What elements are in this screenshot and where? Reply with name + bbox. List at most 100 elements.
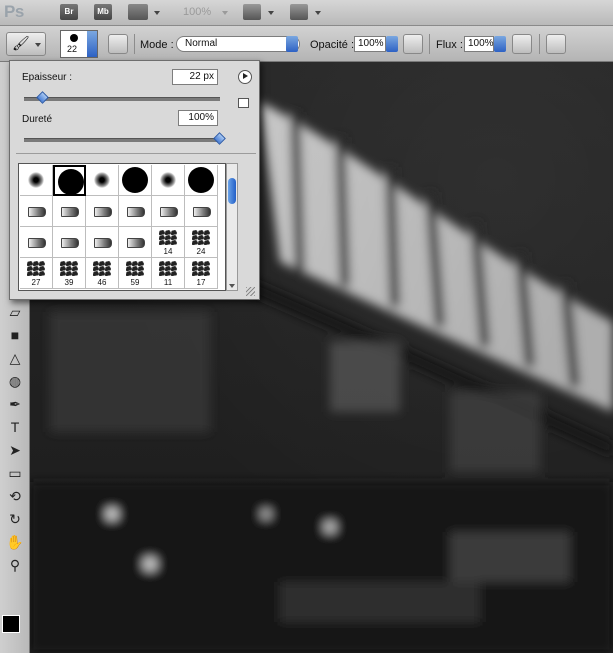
hard-round-brush-icon <box>188 167 214 193</box>
brush-preset[interactable]: 11 <box>152 258 185 289</box>
brush-preset[interactable]: 59 <box>119 258 152 289</box>
separator <box>539 34 540 54</box>
brush-preset[interactable]: 17 <box>185 258 218 289</box>
brush-preset[interactable] <box>86 227 119 258</box>
brush-preset[interactable]: 24 <box>185 227 218 258</box>
hardness-input[interactable]: 100% <box>178 110 218 126</box>
view-extras-button[interactable] <box>128 4 148 20</box>
resize-grip-icon[interactable] <box>246 287 255 296</box>
brush-preset-picker-panel: Epaisseur : 22 px Dureté 100% 14 24 27 39 46… <box>9 60 260 300</box>
brush-preset[interactable]: 46 <box>86 258 119 289</box>
new-preset-icon[interactable] <box>238 98 249 108</box>
play-icon <box>243 73 248 79</box>
scatter-brush-icon <box>159 230 177 245</box>
dodge-icon[interactable]: ◍ <box>4 371 26 391</box>
bridge-button[interactable]: Br <box>60 4 78 20</box>
soft-round-brush-icon <box>94 172 110 188</box>
brush-preset[interactable]: 27 <box>20 258 53 289</box>
brush-preset[interactable] <box>53 227 86 258</box>
brush-preset-size-label: 14 <box>163 247 173 256</box>
zoom-level[interactable]: 100% <box>183 6 211 18</box>
separator <box>134 34 135 54</box>
brush-preset[interactable] <box>152 165 185 196</box>
3d-orbit-icon[interactable]: ↻ <box>4 509 26 529</box>
scatter-brush-icon <box>27 261 45 276</box>
size-input[interactable]: 22 px <box>172 69 218 85</box>
preset-scrollbar[interactable] <box>226 163 238 291</box>
toggle-brush-panel-button[interactable] <box>108 34 128 54</box>
path-selection-icon[interactable]: ➤ <box>4 440 26 460</box>
type-icon[interactable]: T <box>4 417 26 437</box>
scatter-brush-icon <box>60 261 78 276</box>
divider <box>16 153 256 154</box>
opacity-dropdown-icon[interactable] <box>386 36 398 52</box>
gradient-icon[interactable]: ■ <box>4 325 26 345</box>
view-extras-chevron-icon[interactable] <box>154 11 160 15</box>
brush-preset[interactable] <box>20 196 53 227</box>
brush-tip-preview-icon <box>70 34 78 42</box>
brush-preset[interactable] <box>119 227 152 258</box>
brush-tip-icon <box>160 207 178 217</box>
eraser-icon[interactable]: ▱ <box>4 302 26 322</box>
3d-rotate-icon[interactable]: ⟲ <box>4 486 26 506</box>
size-label: Epaisseur : <box>22 72 73 83</box>
brush-tip-icon <box>61 238 79 248</box>
brush-preset[interactable]: 14 <box>152 227 185 258</box>
scroll-down-icon[interactable] <box>229 284 235 288</box>
brush-tip-icon <box>94 207 112 217</box>
airbrush-button[interactable] <box>512 34 532 54</box>
brush-preset[interactable] <box>53 196 86 227</box>
opacity-label: Opacité : <box>310 39 355 51</box>
size-slider-thumb[interactable] <box>35 91 49 104</box>
brush-preset[interactable] <box>86 165 119 196</box>
size-slider-track[interactable] <box>24 97 220 101</box>
brush-preset[interactable] <box>86 196 119 227</box>
brush-icon: 🖌 <box>12 35 30 51</box>
pen-icon[interactable]: ✒ <box>4 394 26 414</box>
pressure-opacity-button[interactable] <box>403 34 423 54</box>
brush-preset[interactable] <box>53 165 86 196</box>
rectangle-icon[interactable]: ▭ <box>4 463 26 483</box>
brush-preset[interactable]: 39 <box>53 258 86 289</box>
preset-scrollbar-thumb[interactable] <box>228 178 236 204</box>
photoshop-logo: Ps <box>4 2 24 21</box>
zoom-chevron-icon[interactable] <box>222 11 228 15</box>
mode-select-arrows-icon[interactable] <box>286 36 298 52</box>
flow-input[interactable]: 100% <box>464 36 494 52</box>
brush-picker-dropdown-icon <box>87 31 97 57</box>
brush-preset[interactable] <box>20 227 53 258</box>
arrange-chevron-icon[interactable] <box>268 11 274 15</box>
blur-icon[interactable]: △ <box>4 348 26 368</box>
hardness-slider-thumb[interactable] <box>213 132 226 145</box>
hand-icon[interactable]: ✋ <box>4 532 26 552</box>
brush-preset[interactable] <box>185 196 218 227</box>
pressure-size-button[interactable] <box>546 34 566 54</box>
brush-preset-size-label: 11 <box>163 278 173 287</box>
screen-mode-chevron-icon[interactable] <box>315 11 321 15</box>
brush-preset[interactable] <box>119 165 152 196</box>
brush-preset-grid: 14 24 27 39 46 59 11 17 <box>18 163 226 291</box>
mode-select[interactable]: Normal <box>176 36 300 52</box>
brush-preset[interactable] <box>152 196 185 227</box>
brush-picker-button[interactable]: 22 <box>60 30 98 58</box>
flow-dropdown-icon[interactable] <box>494 36 506 52</box>
arrange-documents-button[interactable] <box>243 4 261 20</box>
brush-tip-icon <box>127 238 145 248</box>
mode-label: Mode : <box>140 39 174 51</box>
brush-preset[interactable] <box>119 196 152 227</box>
panel-menu-button[interactable] <box>238 70 252 84</box>
foreground-color-swatch[interactable] <box>2 615 20 633</box>
mini-bridge-button[interactable]: Mb <box>94 4 112 20</box>
screen-mode-button[interactable] <box>290 4 308 20</box>
opacity-input[interactable]: 100% <box>354 36 386 52</box>
brush-preset-size-label: 46 <box>97 278 107 287</box>
hardness-label: Dureté <box>22 114 53 125</box>
hardness-slider-track[interactable] <box>24 138 220 142</box>
brush-tool-preset-picker[interactable]: 🖌 <box>6 32 46 56</box>
brush-size-readout: 22 <box>67 44 78 54</box>
brush-preset[interactable] <box>185 165 218 196</box>
brush-preset[interactable] <box>20 165 53 196</box>
zoom-icon[interactable]: ⚲ <box>4 555 26 575</box>
brush-tip-icon <box>193 207 211 217</box>
brush-tip-icon <box>61 207 79 217</box>
